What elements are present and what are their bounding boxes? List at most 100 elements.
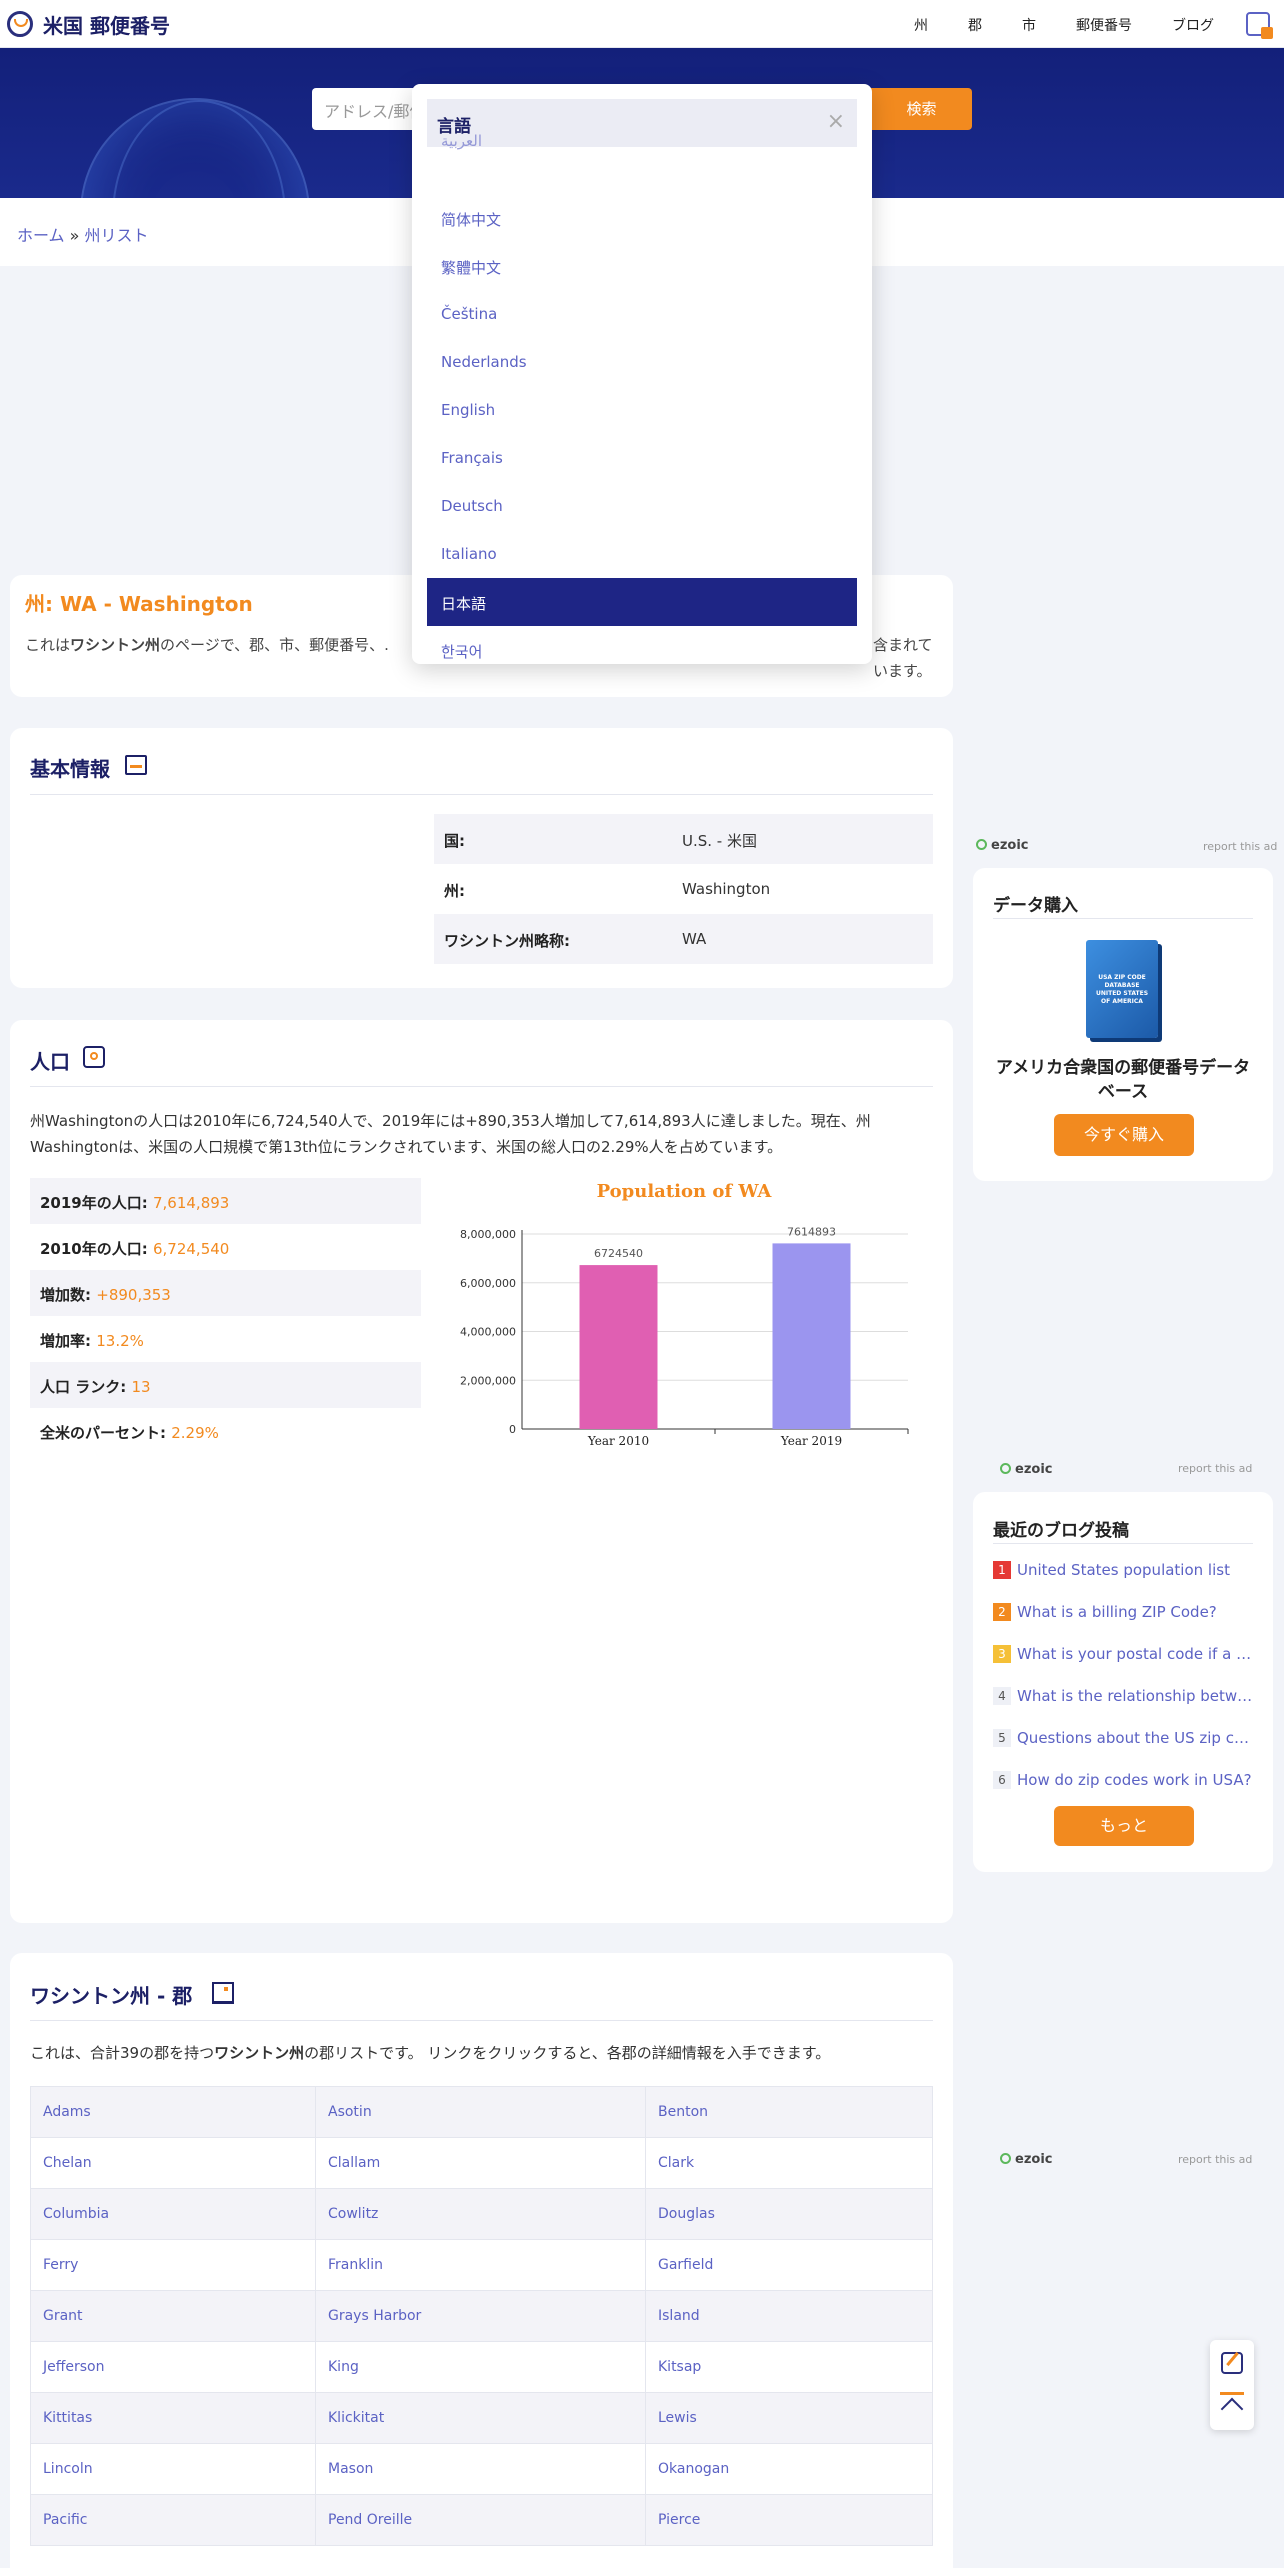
- logo-icon[interactable]: [7, 11, 33, 37]
- nav-counties[interactable]: 郡: [968, 15, 982, 35]
- blog-post-link[interactable]: 4 What is the relationship betwe…: [993, 1687, 1255, 1717]
- site-logo-text[interactable]: 米国 郵便番号: [43, 10, 170, 39]
- language-item-french[interactable]: Français: [427, 434, 857, 482]
- search-button[interactable]: 検索: [871, 88, 972, 130]
- county-link[interactable]: Ferry: [30, 2239, 316, 2291]
- desc-end: 含まれています。: [873, 636, 933, 680]
- desc-state-name: ワシントン州: [70, 636, 161, 654]
- county-link[interactable]: Lewis: [645, 2392, 933, 2444]
- county-link[interactable]: Benton: [645, 2086, 933, 2138]
- blog-rank-badge: 6: [993, 1771, 1011, 1789]
- stat-row: 2010年の人口: 6,724,540: [40, 1240, 230, 1258]
- language-item-zh-hans[interactable]: 简体中文: [427, 194, 857, 242]
- report-ad-link[interactable]: report this ad: [1203, 840, 1277, 853]
- county-link[interactable]: Asotin: [315, 2086, 646, 2138]
- nav-zipcodes[interactable]: 郵便番号: [1076, 15, 1132, 35]
- info-row-abbr: ワシントン州略称: WA: [434, 914, 933, 964]
- stat-key: 増加数: [40, 1286, 86, 1304]
- county-row: Pacific Pend Oreille Pierce: [30, 2494, 933, 2546]
- nav-blog[interactable]: ブログ: [1172, 15, 1214, 35]
- county-link[interactable]: King: [315, 2341, 646, 2393]
- page-title: 州: WA - Washington: [25, 592, 253, 616]
- blog-post-link[interactable]: 5 Questions about the US zip code: [993, 1729, 1255, 1759]
- buy-now-button[interactable]: 今すぐ購入: [1054, 1114, 1194, 1156]
- stat-value: 6,724,540: [152, 1240, 230, 1258]
- county-link[interactable]: Kitsap: [645, 2341, 933, 2393]
- breadcrumb-home[interactable]: ホーム: [17, 226, 65, 245]
- population-title: 人口: [30, 1050, 70, 1074]
- language-item-italian[interactable]: Italiano: [427, 530, 857, 578]
- stat-value: +890,353: [96, 1286, 171, 1304]
- language-item-czech[interactable]: Čeština: [427, 290, 857, 338]
- county-link[interactable]: Clark: [645, 2137, 933, 2189]
- stat-row: 増加数: +890,353: [30, 1270, 421, 1316]
- county-link[interactable]: Clallam: [315, 2137, 646, 2189]
- county-link[interactable]: Island: [645, 2290, 933, 2342]
- bar-value-label: 6724540: [594, 1247, 643, 1260]
- blog-rank-badge: 2: [993, 1603, 1011, 1621]
- population-chart: Population of WA 0 2,000,000 4,000,000 6,00…: [460, 1181, 909, 1448]
- report-ad-link[interactable]: report this ad: [1178, 1462, 1252, 1475]
- blog-rank-badge: 1: [993, 1561, 1011, 1579]
- county-link[interactable]: Columbia: [30, 2188, 316, 2240]
- counties-description: これは、合計39の郡を持つワシントン州の郡リストです。 リンクをクリックすると、…: [30, 2042, 830, 2063]
- county-link[interactable]: Jefferson: [30, 2341, 316, 2393]
- language-item-japanese[interactable]: 日本語: [427, 578, 857, 626]
- language-item-dutch[interactable]: Nederlands: [427, 338, 857, 386]
- county-link[interactable]: Pacific: [30, 2494, 316, 2546]
- language-item-zh-hant[interactable]: 繁體中文: [427, 242, 857, 290]
- county-link[interactable]: Grant: [30, 2290, 316, 2342]
- blog-post-title: Questions about the US zip code: [1017, 1729, 1255, 1747]
- county-link[interactable]: Chelan: [30, 2137, 316, 2189]
- more-button[interactable]: もっと: [1054, 1806, 1194, 1846]
- report-ad-link[interactable]: report this ad: [1178, 2153, 1252, 2166]
- blog-post-title: What is your postal code if a p…: [1017, 1645, 1255, 1663]
- info-value: U.S. - 米国: [682, 832, 757, 850]
- chart-bar[interactable]: [772, 1243, 851, 1429]
- nav-states[interactable]: 州: [914, 15, 928, 35]
- back-to-top-icon[interactable]: [1218, 2392, 1246, 2421]
- breadcrumb-state-list[interactable]: 州リスト: [85, 226, 149, 245]
- database-product-image[interactable]: USA ZIP CODE DATABASE UNITED STATES OF A…: [1086, 940, 1158, 1038]
- county-link[interactable]: Douglas: [645, 2188, 933, 2240]
- stat-row: 人口 ランク: 13: [30, 1362, 421, 1408]
- stat-value: 13.2%: [96, 1332, 144, 1350]
- close-icon[interactable]: ×: [827, 109, 845, 134]
- language-icon[interactable]: [1246, 12, 1273, 39]
- county-table: Adams Asotin Benton Chelan Clallam Clark Colum…: [30, 2086, 933, 2546]
- county-link[interactable]: Pierce: [645, 2494, 933, 2546]
- blog-post-link[interactable]: 3 What is your postal code if a p…: [993, 1645, 1255, 1675]
- county-link[interactable]: Pend Oreille: [315, 2494, 646, 2546]
- county-link[interactable]: Klickitat: [315, 2392, 646, 2444]
- blog-post-link[interactable]: 1 United States population list: [993, 1561, 1255, 1591]
- stat-key: 人口 ランク: [40, 1378, 121, 1396]
- county-link[interactable]: Adams: [30, 2086, 316, 2138]
- stat-key: 全米のパーセント: [40, 1424, 161, 1442]
- county-link[interactable]: Lincoln: [30, 2443, 316, 2495]
- county-link[interactable]: Cowlitz: [315, 2188, 646, 2240]
- info-value: WA: [682, 930, 707, 948]
- county-row: Kittitas Klickitat Lewis: [30, 2392, 933, 2444]
- language-item-english[interactable]: English: [427, 386, 857, 434]
- bar-value-label: 7614893: [787, 1225, 836, 1238]
- county-link[interactable]: Garfield: [645, 2239, 933, 2291]
- county-row: Ferry Franklin Garfield: [30, 2239, 933, 2291]
- language-item-korean[interactable]: 한국어: [427, 626, 857, 664]
- county-link[interactable]: Kittitas: [30, 2392, 316, 2444]
- blog-post-link[interactable]: 2 What is a billing ZIP Code?: [993, 1603, 1255, 1633]
- county-link[interactable]: Franklin: [315, 2239, 646, 2291]
- stat-key: 2019年の人口: [40, 1194, 142, 1212]
- language-item-arabic[interactable]: العربية: [427, 132, 857, 162]
- county-link[interactable]: Mason: [315, 2443, 646, 2495]
- ezoic-label: ezoic: [1015, 1462, 1053, 1477]
- chart-bar[interactable]: [579, 1265, 658, 1429]
- county-link[interactable]: Grays Harbor: [315, 2290, 646, 2342]
- blog-post-title: What is a billing ZIP Code?: [1017, 1603, 1217, 1621]
- nav-cities[interactable]: 市: [1022, 15, 1036, 35]
- county-link[interactable]: Okanogan: [645, 2443, 933, 2495]
- language-item-german[interactable]: Deutsch: [427, 482, 857, 530]
- edit-icon[interactable]: [1221, 2351, 1243, 2374]
- chart-title: Population of WA: [597, 1181, 773, 1202]
- blog-post-link[interactable]: 6 How do zip codes work in USA?: [993, 1771, 1255, 1801]
- info-key: ワシントン州略称:: [444, 932, 570, 950]
